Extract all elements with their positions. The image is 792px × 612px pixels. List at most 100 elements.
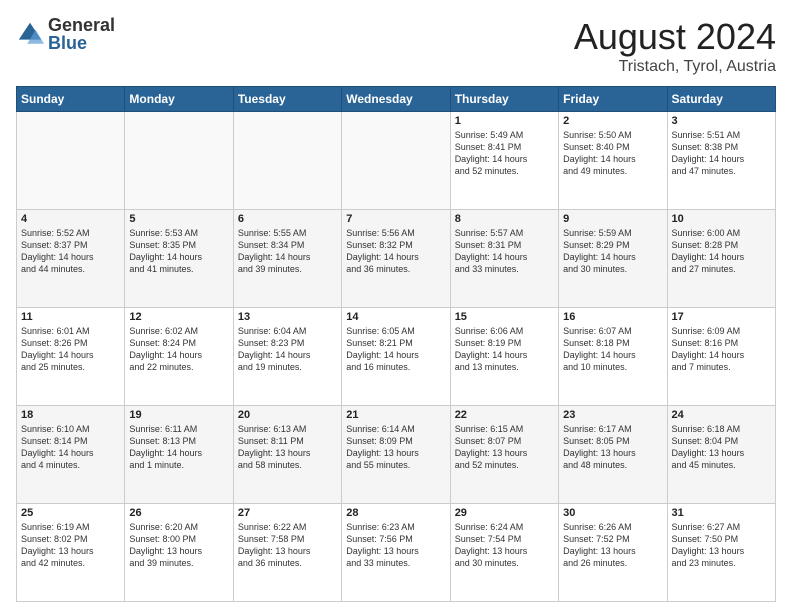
- day-info: Sunrise: 6:06 AM Sunset: 8:19 PM Dayligh…: [455, 325, 554, 374]
- calendar-cell: 1 Sunrise: 5:49 AM Sunset: 8:41 PM Daylig…: [450, 112, 558, 210]
- logo-text: General Blue: [48, 16, 115, 52]
- calendar-cell: [125, 112, 233, 210]
- day-number: 9: [563, 213, 662, 225]
- calendar-cell: 25 Sunrise: 6:19 AM Sunset: 8:02 PM Dayli…: [17, 504, 125, 602]
- day-info: Sunrise: 6:04 AM Sunset: 8:23 PM Dayligh…: [238, 325, 337, 374]
- logo-blue: Blue: [48, 34, 115, 52]
- calendar-cell: 6 Sunrise: 5:55 AM Sunset: 8:34 PM Daylig…: [233, 210, 341, 308]
- calendar-cell: 23 Sunrise: 6:17 AM Sunset: 8:05 PM Dayli…: [559, 406, 667, 504]
- day-number: 22: [455, 409, 554, 421]
- calendar-header-sunday: Sunday: [17, 87, 125, 112]
- calendar-header-tuesday: Tuesday: [233, 87, 341, 112]
- day-number: 6: [238, 213, 337, 225]
- calendar-cell: 12 Sunrise: 6:02 AM Sunset: 8:24 PM Dayli…: [125, 308, 233, 406]
- day-number: 28: [346, 507, 445, 519]
- day-number: 25: [21, 507, 120, 519]
- day-info: Sunrise: 6:14 AM Sunset: 8:09 PM Dayligh…: [346, 423, 445, 472]
- day-info: Sunrise: 6:26 AM Sunset: 7:52 PM Dayligh…: [563, 521, 662, 570]
- calendar-header-monday: Monday: [125, 87, 233, 112]
- day-number: 18: [21, 409, 120, 421]
- calendar-cell: [342, 112, 450, 210]
- logo: General Blue: [16, 16, 115, 52]
- calendar-cell: 13 Sunrise: 6:04 AM Sunset: 8:23 PM Dayli…: [233, 308, 341, 406]
- day-info: Sunrise: 6:17 AM Sunset: 8:05 PM Dayligh…: [563, 423, 662, 472]
- calendar-week-3: 11Sunrise: 6:01 AM Sunset: 8:26 PM Dayli…: [17, 308, 776, 406]
- day-number: 16: [563, 311, 662, 323]
- day-number: 7: [346, 213, 445, 225]
- calendar-cell: 22 Sunrise: 6:15 AM Sunset: 8:07 PM Dayli…: [450, 406, 558, 504]
- title-block: August 2024 Tristach, Tyrol, Austria: [574, 16, 776, 76]
- day-info: Sunrise: 6:05 AM Sunset: 8:21 PM Dayligh…: [346, 325, 445, 374]
- day-number: 26: [129, 507, 228, 519]
- day-number: 19: [129, 409, 228, 421]
- calendar-table: SundayMondayTuesdayWednesdayThursdayFrid…: [16, 86, 776, 602]
- day-info: Sunrise: 6:20 AM Sunset: 8:00 PM Dayligh…: [129, 521, 228, 570]
- month-title: August 2024: [574, 16, 776, 58]
- day-number: 8: [455, 213, 554, 225]
- day-number: 12: [129, 311, 228, 323]
- day-info: Sunrise: 6:15 AM Sunset: 8:07 PM Dayligh…: [455, 423, 554, 472]
- day-info: Sunrise: 5:53 AM Sunset: 8:35 PM Dayligh…: [129, 227, 228, 276]
- calendar-cell: 29 Sunrise: 6:24 AM Sunset: 7:54 PM Dayli…: [450, 504, 558, 602]
- day-info: Sunrise: 5:49 AM Sunset: 8:41 PM Dayligh…: [455, 129, 554, 178]
- day-info: Sunrise: 6:09 AM Sunset: 8:16 PM Dayligh…: [672, 325, 771, 374]
- calendar-cell: 3 Sunrise: 5:51 AM Sunset: 8:38 PM Daylig…: [667, 112, 775, 210]
- day-info: Sunrise: 6:27 AM Sunset: 7:50 PM Dayligh…: [672, 521, 771, 570]
- day-number: 10: [672, 213, 771, 225]
- day-info: Sunrise: 5:50 AM Sunset: 8:40 PM Dayligh…: [563, 129, 662, 178]
- calendar-cell: 4 Sunrise: 5:52 AM Sunset: 8:37 PM Daylig…: [17, 210, 125, 308]
- calendar-cell: 17Sunrise: 6:09 AM Sunset: 8:16 PM Dayli…: [667, 308, 775, 406]
- calendar-header-saturday: Saturday: [667, 87, 775, 112]
- day-number: 1: [455, 115, 554, 127]
- calendar-header-thursday: Thursday: [450, 87, 558, 112]
- calendar-cell: 14Sunrise: 6:05 AM Sunset: 8:21 PM Dayli…: [342, 308, 450, 406]
- day-number: 21: [346, 409, 445, 421]
- day-info: Sunrise: 5:56 AM Sunset: 8:32 PM Dayligh…: [346, 227, 445, 276]
- calendar-week-2: 4 Sunrise: 5:52 AM Sunset: 8:37 PM Daylig…: [17, 210, 776, 308]
- calendar-cell: 19 Sunrise: 6:11 AM Sunset: 8:13 PM Dayli…: [125, 406, 233, 504]
- calendar-cell: 21 Sunrise: 6:14 AM Sunset: 8:09 PM Dayli…: [342, 406, 450, 504]
- calendar-header-row: SundayMondayTuesdayWednesdayThursdayFrid…: [17, 87, 776, 112]
- day-number: 3: [672, 115, 771, 127]
- day-number: 31: [672, 507, 771, 519]
- day-info: Sunrise: 6:23 AM Sunset: 7:56 PM Dayligh…: [346, 521, 445, 570]
- day-number: 30: [563, 507, 662, 519]
- day-info: Sunrise: 6:11 AM Sunset: 8:13 PM Dayligh…: [129, 423, 228, 472]
- day-info: Sunrise: 6:24 AM Sunset: 7:54 PM Dayligh…: [455, 521, 554, 570]
- day-info: Sunrise: 6:10 AM Sunset: 8:14 PM Dayligh…: [21, 423, 120, 472]
- day-info: Sunrise: 6:19 AM Sunset: 8:02 PM Dayligh…: [21, 521, 120, 570]
- calendar-cell: 26 Sunrise: 6:20 AM Sunset: 8:00 PM Dayli…: [125, 504, 233, 602]
- location-title: Tristach, Tyrol, Austria: [574, 58, 776, 76]
- day-number: 29: [455, 507, 554, 519]
- calendar-cell: 30 Sunrise: 6:26 AM Sunset: 7:52 PM Dayli…: [559, 504, 667, 602]
- calendar-cell: 16 Sunrise: 6:07 AM Sunset: 8:18 PM Dayli…: [559, 308, 667, 406]
- calendar-cell: 5Sunrise: 5:53 AM Sunset: 8:35 PM Daylig…: [125, 210, 233, 308]
- calendar-week-1: 1 Sunrise: 5:49 AM Sunset: 8:41 PM Daylig…: [17, 112, 776, 210]
- day-info: Sunrise: 5:57 AM Sunset: 8:31 PM Dayligh…: [455, 227, 554, 276]
- calendar-cell: 20Sunrise: 6:13 AM Sunset: 8:11 PM Dayli…: [233, 406, 341, 504]
- logo-icon: [16, 20, 44, 48]
- day-number: 13: [238, 311, 337, 323]
- calendar-cell: 11Sunrise: 6:01 AM Sunset: 8:26 PM Dayli…: [17, 308, 125, 406]
- calendar-week-4: 18 Sunrise: 6:10 AM Sunset: 8:14 PM Dayli…: [17, 406, 776, 504]
- calendar-cell: 27 Sunrise: 6:22 AM Sunset: 7:58 PM Dayli…: [233, 504, 341, 602]
- day-number: 23: [563, 409, 662, 421]
- day-info: Sunrise: 6:01 AM Sunset: 8:26 PM Dayligh…: [21, 325, 120, 374]
- calendar-cell: 9Sunrise: 5:59 AM Sunset: 8:29 PM Daylig…: [559, 210, 667, 308]
- calendar-header-wednesday: Wednesday: [342, 87, 450, 112]
- day-info: Sunrise: 5:52 AM Sunset: 8:37 PM Dayligh…: [21, 227, 120, 276]
- day-info: Sunrise: 5:55 AM Sunset: 8:34 PM Dayligh…: [238, 227, 337, 276]
- calendar-cell: [233, 112, 341, 210]
- day-number: 4: [21, 213, 120, 225]
- calendar-cell: 7 Sunrise: 5:56 AM Sunset: 8:32 PM Daylig…: [342, 210, 450, 308]
- day-info: Sunrise: 6:07 AM Sunset: 8:18 PM Dayligh…: [563, 325, 662, 374]
- day-info: Sunrise: 6:22 AM Sunset: 7:58 PM Dayligh…: [238, 521, 337, 570]
- calendar-week-5: 25 Sunrise: 6:19 AM Sunset: 8:02 PM Dayli…: [17, 504, 776, 602]
- day-number: 20: [238, 409, 337, 421]
- day-info: Sunrise: 5:51 AM Sunset: 8:38 PM Dayligh…: [672, 129, 771, 178]
- day-number: 24: [672, 409, 771, 421]
- day-info: Sunrise: 6:00 AM Sunset: 8:28 PM Dayligh…: [672, 227, 771, 276]
- day-number: 2: [563, 115, 662, 127]
- day-info: Sunrise: 6:02 AM Sunset: 8:24 PM Dayligh…: [129, 325, 228, 374]
- day-number: 27: [238, 507, 337, 519]
